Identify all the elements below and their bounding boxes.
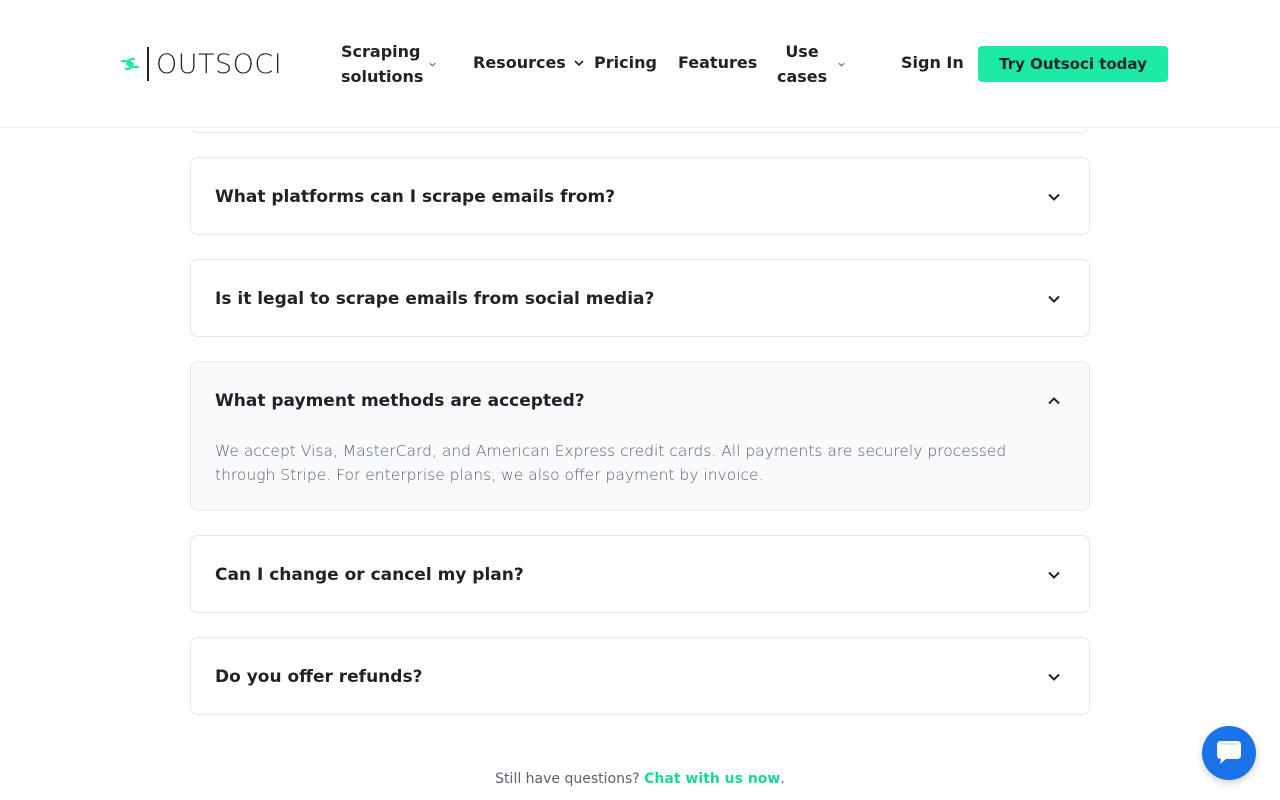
- nav-resources-label: Resources: [473, 53, 566, 72]
- site-header: OUTSOCI Scraping solutions Resources Pri…: [0, 0, 1280, 128]
- faq-item-expanded[interactable]: What payment methods are accepted? We ac…: [190, 361, 1090, 511]
- still-have-questions: Still have questions? Chat with us now.: [0, 771, 1280, 787]
- chevron-down-icon[interactable]: [1046, 189, 1062, 205]
- logo-divider: [147, 47, 149, 81]
- nav-features[interactable]: Features: [678, 53, 757, 72]
- chevron-down-icon[interactable]: [1046, 291, 1062, 307]
- nav-features-label: Features: [678, 53, 758, 72]
- faq-item[interactable]: Can I change or cancel my plan?: [190, 535, 1090, 613]
- faq-question: Can I change or cancel my plan?: [215, 565, 524, 585]
- chat-widget-button[interactable]: [1202, 726, 1256, 780]
- faq-question: What payment methods are accepted?: [215, 391, 585, 411]
- chat-with-us-link[interactable]: Chat with us now: [644, 771, 780, 787]
- nav-pricing[interactable]: Pricing: [594, 53, 657, 72]
- faq-answer: We accept Visa, MasterCard, and American…: [215, 442, 1007, 484]
- chevron-down-icon[interactable]: [1046, 567, 1062, 583]
- nav-scraping-solutions[interactable]: Scraping solutions: [341, 39, 437, 89]
- faq-question: Do you offer refunds?: [215, 667, 423, 687]
- try-outsoci-button[interactable]: Try Outsoci today: [978, 46, 1168, 82]
- chevron-up-icon[interactable]: [1046, 393, 1062, 409]
- chevron-down-icon: [574, 59, 584, 66]
- faq-item[interactable]: Do you offer refunds?: [190, 637, 1090, 715]
- faq-item[interactable]: What platforms can I scrape emails from?: [190, 157, 1090, 235]
- chevron-down-icon: [838, 62, 845, 67]
- nav-scraping-solutions-label: Scraping solutions: [341, 42, 424, 86]
- logo[interactable]: OUTSOCI: [119, 46, 282, 82]
- faq-item[interactable]: Is it legal to scrape emails from social…: [190, 259, 1090, 337]
- nav-use-cases-label: Use cases: [777, 42, 828, 86]
- faq-question: Is it legal to scrape emails from social…: [215, 289, 655, 309]
- chat-icon: [1217, 741, 1241, 764]
- nav-pricing-label: Pricing: [594, 53, 657, 72]
- sign-in-link[interactable]: Sign In: [901, 53, 964, 72]
- chevron-down-icon: [429, 62, 436, 67]
- nav-resources[interactable]: Resources: [473, 53, 585, 72]
- footer-prefix: Still have questions?: [495, 771, 640, 787]
- faq-question: What platforms can I scrape emails from?: [215, 187, 616, 207]
- link-icon: [120, 57, 140, 71]
- footer-suffix: .: [780, 771, 785, 787]
- logo-text: OUTSOCI: [156, 48, 283, 80]
- nav-use-cases[interactable]: Use cases: [777, 39, 846, 89]
- chevron-down-icon[interactable]: [1046, 669, 1062, 685]
